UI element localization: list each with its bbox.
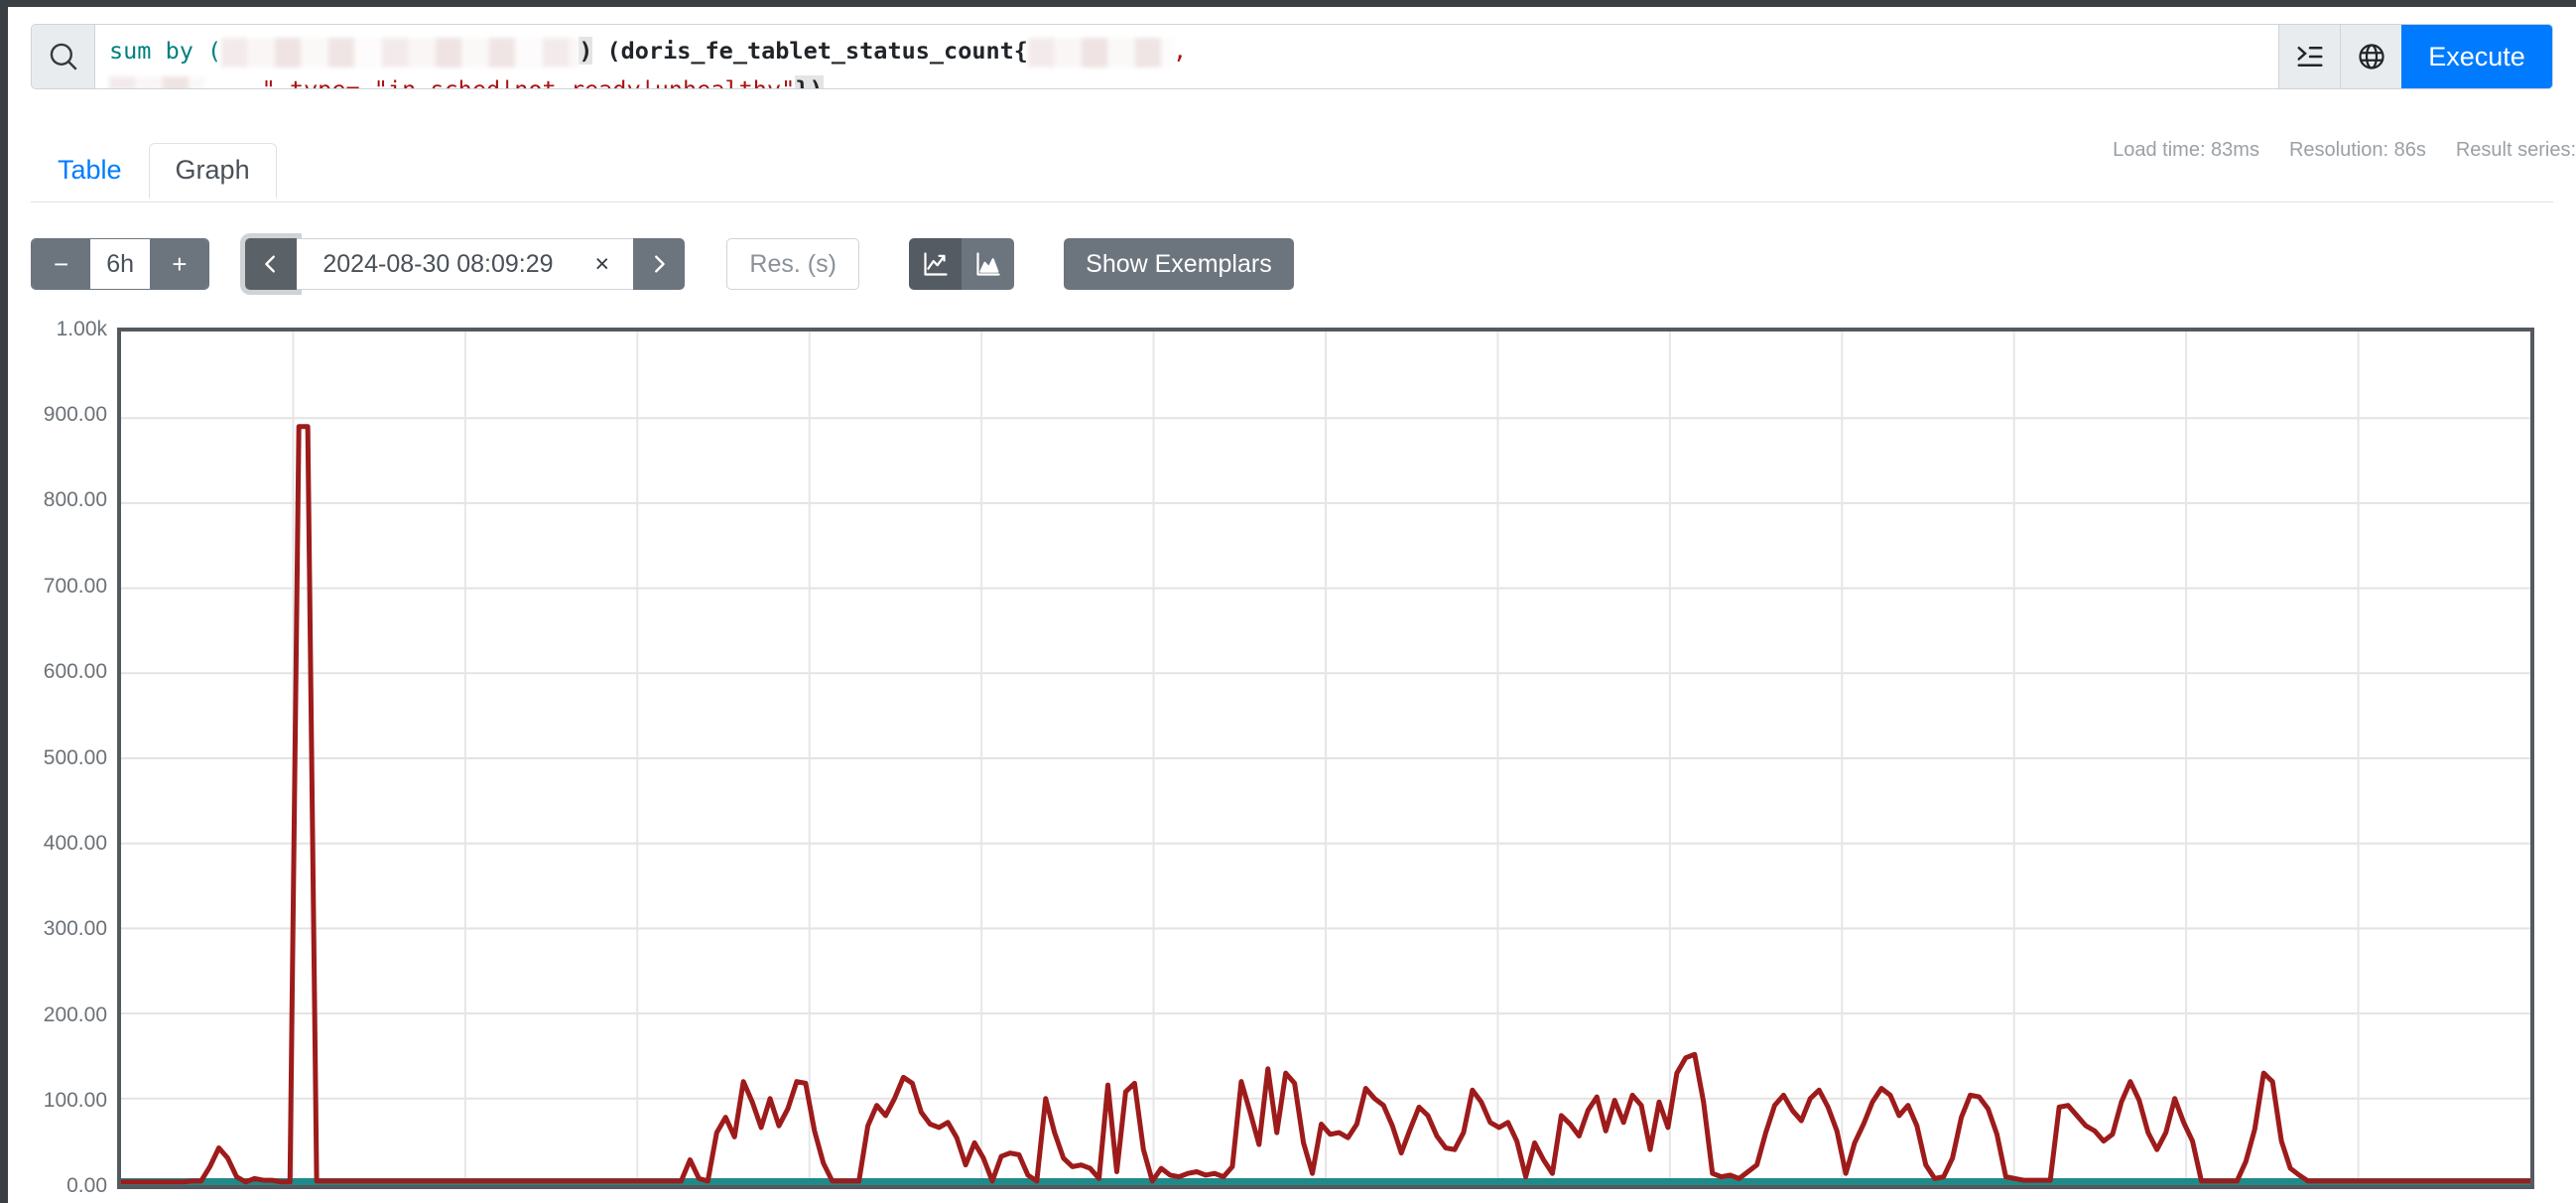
chart-canvas	[121, 332, 2530, 1185]
y-axis-labels: 1.00k 900.00 800.00 700.00 600.00 500.00…	[8, 316, 115, 1203]
query-redacted-value	[109, 75, 205, 88]
graph-controls: − 6h + 2024-08-30 08:09:29 × Res. (s) Sh…	[31, 238, 1294, 290]
tab-graph[interactable]: Graph	[148, 143, 277, 200]
query-line-2: ",type=~"in_sched|not_ready|unhealthy"})	[109, 70, 2264, 88]
prometheus-expression-browser: sum by () (doris_fe_tablet_status_count{…	[0, 0, 2576, 1203]
show-exemplars-button[interactable]: Show Exemplars	[1064, 238, 1294, 290]
execute-button[interactable]: Execute	[2401, 25, 2552, 88]
y-tick-label: 300.00	[43, 917, 107, 940]
resolution-label: Resolution: 86s	[2288, 139, 2426, 161]
query-token-closeparen: )	[579, 37, 593, 65]
result-series-label: Result series:	[2455, 139, 2576, 161]
y-tick-label: 100.00	[43, 1089, 107, 1112]
query-line-1: sum by () (doris_fe_tablet_status_count{…	[109, 32, 2264, 70]
y-tick-label: 0.00	[66, 1174, 107, 1197]
range-increase-button[interactable]: +	[150, 239, 209, 289]
range-input-group: − 6h +	[31, 238, 210, 290]
time-input[interactable]: 2024-08-30 08:09:29 ×	[297, 238, 634, 290]
format-query-icon	[2297, 47, 2322, 67]
query-redacted-labels	[221, 37, 580, 67]
result-tabs: Table Graph	[31, 143, 277, 200]
query-input[interactable]: sum by () (doris_fe_tablet_status_count{…	[95, 25, 2278, 88]
time-next-button[interactable]	[633, 238, 686, 290]
y-tick-label: 1.00k	[56, 318, 107, 340]
time-input-group: 2024-08-30 08:09:29 ×	[245, 238, 686, 290]
tab-divider	[31, 201, 2553, 202]
query-token-comma-1: ,	[1172, 37, 1188, 65]
stacked-chart-button[interactable]	[962, 238, 1015, 290]
query-stats: Load time: 83ms Resolution: 86s Result s…	[2113, 139, 2576, 162]
time-prev-button[interactable]	[245, 238, 298, 290]
stacked-area-chart-icon	[976, 252, 1000, 276]
metrics-explorer-button[interactable]	[2340, 25, 2401, 88]
y-tick-label: 500.00	[43, 746, 107, 769]
time-clear-button[interactable]: ×	[587, 250, 618, 279]
y-tick-label: 600.00	[43, 660, 107, 683]
query-token-closeparen-2: )	[809, 75, 824, 88]
y-tick-label: 700.00	[43, 575, 107, 598]
chevron-left-icon	[265, 255, 276, 273]
chart-type-toggle	[909, 238, 1015, 290]
time-value: 2024-08-30 08:09:29	[322, 249, 554, 278]
metrics-explorer-globe-icon	[2358, 44, 2384, 69]
range-value[interactable]: 6h	[90, 239, 151, 289]
chevron-right-icon	[655, 255, 665, 273]
load-time-label: Load time: 83ms	[2113, 139, 2259, 161]
y-tick-label: 800.00	[43, 488, 107, 511]
y-tick-label: 900.00	[43, 403, 107, 426]
query-bar: sum by () (doris_fe_tablet_status_count{…	[31, 24, 2553, 89]
search-icon	[50, 43, 77, 70]
line-chart-icon	[924, 252, 948, 276]
format-query-button[interactable]	[2278, 25, 2340, 88]
resolution-input[interactable]: Res. (s)	[726, 238, 860, 290]
query-token-type-matcher: ",type=~"in_sched|not_ready|unhealthy"	[205, 75, 796, 88]
plot-area[interactable]	[117, 328, 2534, 1189]
query-redacted-matcher	[1027, 37, 1173, 67]
graph-panel: 1.00k 900.00 800.00 700.00 600.00 500.00…	[8, 316, 2576, 1203]
range-decrease-button[interactable]: −	[32, 239, 91, 289]
query-token-closebrace: }	[795, 75, 810, 88]
y-tick-label: 400.00	[43, 832, 107, 855]
y-tick-label: 200.00	[43, 1003, 107, 1026]
tab-table[interactable]: Table	[31, 143, 149, 199]
query-token-sum-by: sum by (	[109, 37, 222, 65]
left-rail-strip	[0, 0, 8, 1203]
query-token-metric: (doris_fe_tablet_status_count{	[592, 37, 1028, 65]
line-chart-button[interactable]	[909, 238, 963, 290]
top-bar-strip	[0, 0, 2576, 7]
search-button[interactable]	[32, 25, 95, 88]
